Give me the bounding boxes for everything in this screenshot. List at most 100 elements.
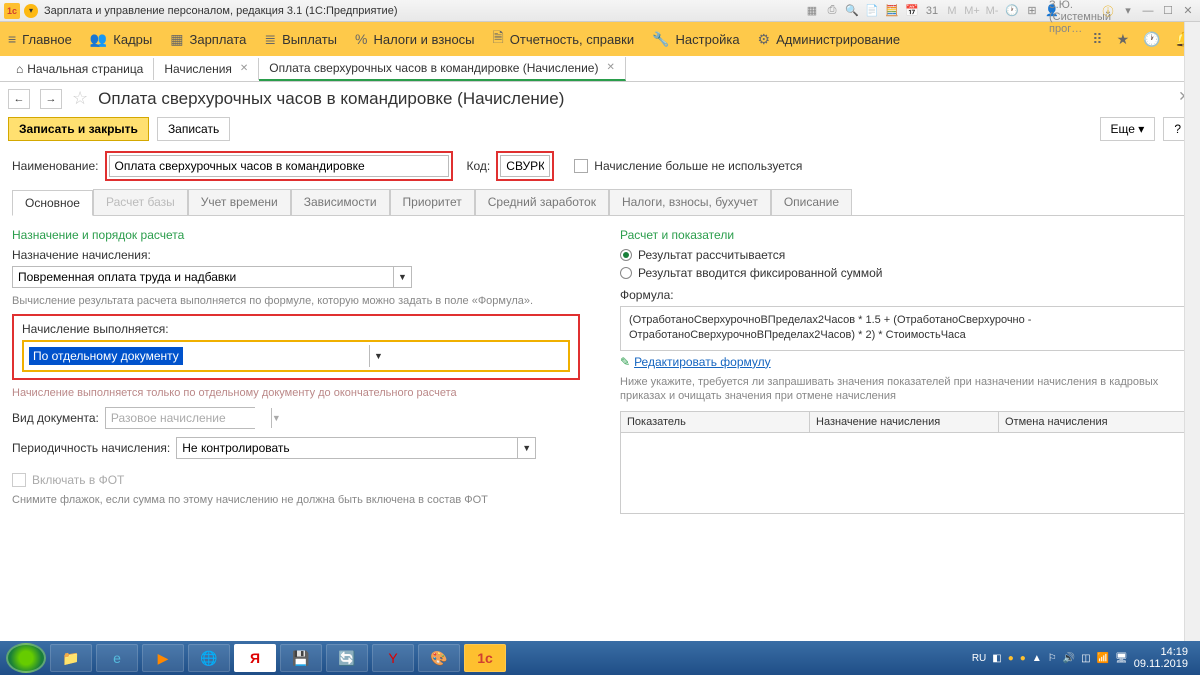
menu-admin[interactable]: ⚙Администрирование [758, 31, 901, 48]
tray-icon[interactable]: ◫ [1081, 653, 1090, 664]
history-icon[interactable]: 🕐 [1143, 31, 1160, 48]
period-input[interactable] [177, 438, 517, 458]
nav-fwd[interactable]: → [40, 89, 62, 109]
tray-icon[interactable]: ⚐ [1048, 653, 1057, 664]
save-close-button[interactable]: Записать и закрыть [8, 117, 149, 141]
fot-checkbox[interactable] [12, 473, 26, 487]
tb-ybrowser[interactable]: Y [372, 644, 414, 672]
scrollbar[interactable] [1184, 22, 1200, 641]
exec-select[interactable]: По отдельному документу ▼ [27, 345, 387, 367]
tb-info-icon[interactable]: ⓘ [1100, 3, 1116, 19]
window-maximize[interactable]: ☐ [1160, 3, 1176, 19]
radio-calc[interactable]: Результат рассчитывается [620, 248, 1188, 262]
grid-col-0[interactable]: Показатель [621, 412, 810, 432]
tb-min-icon[interactable]: ▾ [1120, 3, 1136, 19]
doc-input[interactable] [106, 408, 271, 428]
tb-yandex[interactable]: Я [234, 644, 276, 672]
tb-chrome[interactable]: 🌐 [188, 644, 230, 672]
tb-mminus-icon[interactable]: M- [984, 3, 1000, 19]
nav-back[interactable]: ← [8, 89, 30, 109]
tray-icon[interactable]: 📶 [1097, 653, 1109, 664]
grid-col-2[interactable]: Отмена начисления [999, 412, 1187, 432]
menu-kadry[interactable]: 👥Кадры [90, 31, 152, 48]
tb-paint[interactable]: 🎨 [418, 644, 460, 672]
tab-opisanie[interactable]: Описание [771, 189, 852, 215]
tb-icon-1[interactable]: ▦ [804, 3, 820, 19]
bc-home[interactable]: ⌂Начальная страница [6, 58, 154, 80]
tb-app2[interactable]: 🔄 [326, 644, 368, 672]
radio-fixed[interactable]: Результат вводится фиксированной суммой [620, 266, 1188, 280]
grid-body[interactable] [621, 433, 1187, 513]
name-row: Наименование: Код: Начисление больше не … [12, 151, 1188, 181]
tb-clock-icon[interactable]: 🕐 [1004, 3, 1020, 19]
chevron-down-icon[interactable]: ▼ [271, 408, 281, 428]
tb-icon-date[interactable]: 31 [924, 3, 940, 19]
percent-icon: % [355, 31, 367, 47]
star-icon[interactable]: ☆ [72, 88, 88, 109]
close-icon[interactable]: ✕ [240, 63, 248, 74]
tray-icon[interactable]: 🖥 [1115, 653, 1128, 664]
bc-tab-1[interactable]: Начисления✕ [154, 58, 259, 80]
favorite-icon[interactable]: ★ [1117, 31, 1130, 48]
menu-zarplata[interactable]: ▦Зарплата [170, 31, 246, 48]
window-minimize[interactable]: — [1140, 3, 1156, 19]
list-icon: ≣ [264, 31, 276, 48]
lang-indicator[interactable]: RU [972, 653, 986, 664]
tray-icon[interactable]: ● [1020, 653, 1026, 664]
menu-nalogi[interactable]: %Налоги и взносы [355, 31, 475, 47]
start-button[interactable] [6, 643, 46, 673]
tb-grid-icon[interactable]: ⊞ [1024, 3, 1040, 19]
assign-select[interactable]: ▼ [12, 266, 412, 288]
tb-m-icon[interactable]: M [944, 3, 960, 19]
tb-save[interactable]: 💾 [280, 644, 322, 672]
tray-icon[interactable]: ● [1008, 653, 1014, 664]
tb-icon-calendar[interactable]: 📅 [904, 3, 920, 19]
chevron-down-icon[interactable]: ▼ [393, 267, 411, 287]
pencil-icon: ✎ [620, 355, 630, 369]
tab-raschet-bazy[interactable]: Расчет базы [93, 189, 188, 215]
edit-formula-link[interactable]: Редактировать формулу [634, 355, 771, 369]
tb-mplus-icon[interactable]: M+ [964, 3, 980, 19]
menu-otchet[interactable]: 🗎Отчетность, справки [493, 27, 635, 51]
name-input[interactable] [109, 155, 449, 177]
bc-tab-2[interactable]: Оплата сверхурочных часов в командировке… [259, 57, 626, 81]
tray-icon[interactable]: ▲ [1032, 653, 1042, 664]
grid-col-1[interactable]: Назначение начисления [810, 412, 999, 432]
period-select[interactable]: ▼ [176, 437, 536, 459]
tabs: Основное Расчет базы Учет времени Зависи… [12, 189, 1188, 216]
menu-nastroika[interactable]: 🔧Настройка [652, 31, 739, 48]
chevron-down-icon[interactable]: ▼ [369, 345, 387, 367]
tray-icon[interactable]: ◧ [992, 653, 1001, 664]
tb-player[interactable]: ▶ [142, 644, 184, 672]
clock[interactable]: 14:19 09.11.2019 [1134, 646, 1194, 670]
report-icon: 🗎 [493, 27, 504, 51]
doc-select[interactable]: ▼ [105, 407, 255, 429]
close-icon[interactable]: ✕ [606, 62, 614, 73]
tray-icon[interactable]: 🔊 [1063, 653, 1075, 664]
window-close[interactable]: ✕ [1180, 3, 1196, 19]
menu-vyplaty[interactable]: ≣Выплаты [264, 31, 337, 48]
chevron-down-icon[interactable]: ▼ [517, 438, 535, 458]
tb-1c[interactable]: 1c [464, 644, 506, 672]
tab-uchet-vremeni[interactable]: Учет времени [188, 189, 291, 215]
tb-icon-calc[interactable]: 🧮 [884, 3, 900, 19]
apps-icon[interactable]: ⠿ [1092, 31, 1102, 48]
more-button[interactable]: Еще ▾ [1100, 117, 1156, 141]
code-label: Код: [467, 159, 491, 173]
menu-main[interactable]: ≡Главное [8, 31, 72, 47]
code-input[interactable] [500, 155, 550, 177]
tb-icon-doc[interactable]: 📄 [864, 3, 880, 19]
assign-input[interactable] [13, 267, 393, 287]
tb-explorer[interactable]: 📁 [50, 644, 92, 672]
tab-nalogi[interactable]: Налоги, взносы, бухучет [609, 189, 771, 215]
tb-icon-print[interactable]: ⎙ [824, 3, 840, 19]
tb-icon-search[interactable]: 🔍 [844, 3, 860, 19]
tab-zavisimosti[interactable]: Зависимости [291, 189, 390, 215]
tab-sredniy[interactable]: Средний заработок [475, 189, 609, 215]
save-button[interactable]: Записать [157, 117, 230, 141]
tab-prioritet[interactable]: Приоритет [390, 189, 475, 215]
not-used-checkbox[interactable] [574, 159, 588, 173]
app-menu-dropdown[interactable]: ▾ [24, 4, 38, 18]
tb-ie[interactable]: e [96, 644, 138, 672]
tab-osnovnoe[interactable]: Основное [12, 190, 93, 216]
